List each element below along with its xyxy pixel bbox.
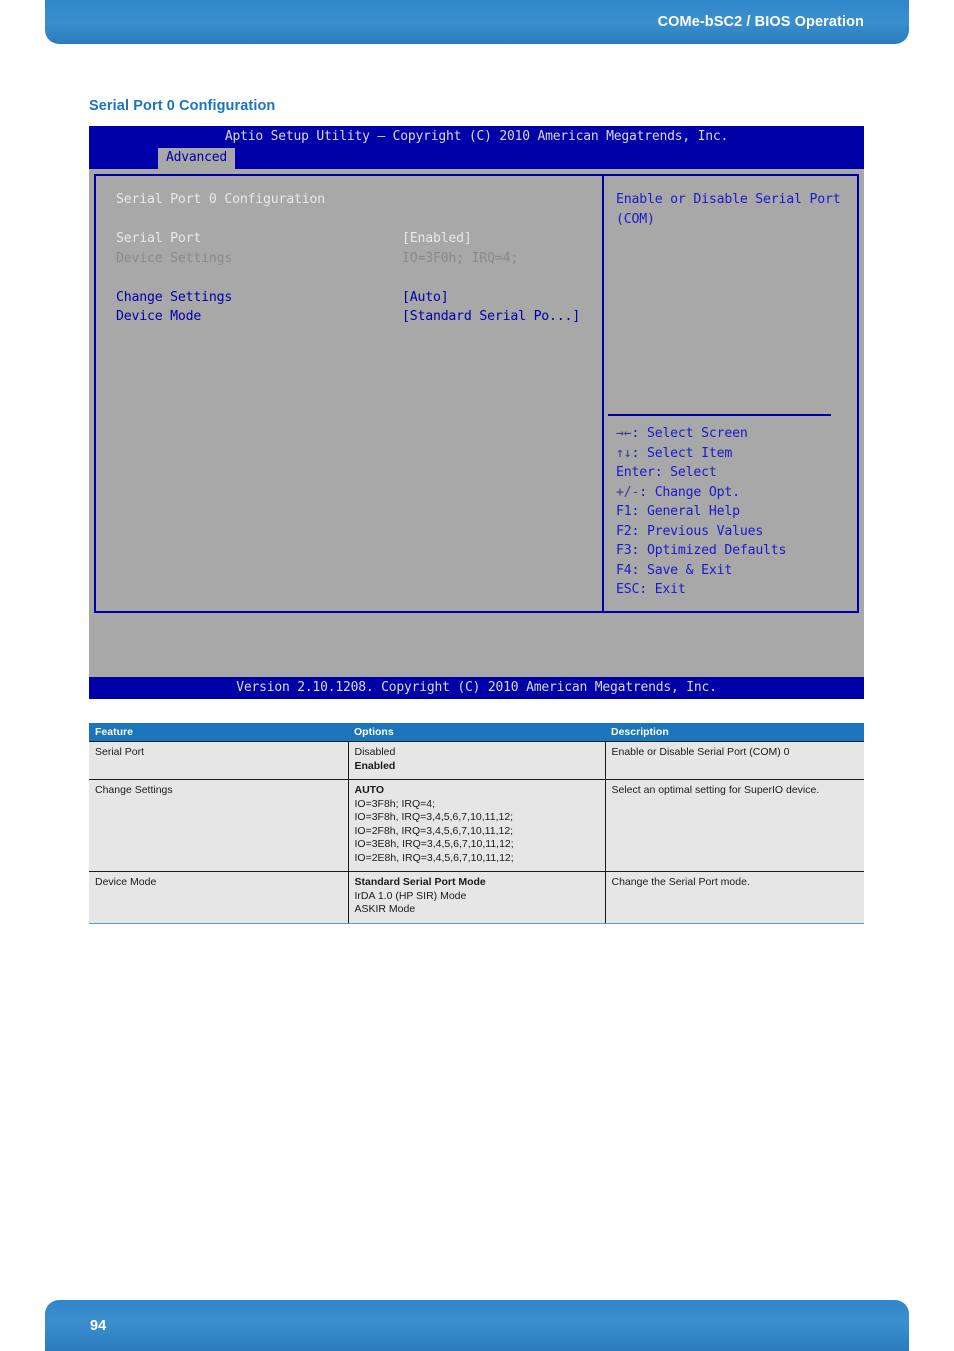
table-head: Feature Options Description [89, 723, 864, 742]
settings-reference-table: Feature Options Description Serial Port … [89, 723, 864, 924]
bios-help-divider [608, 414, 831, 416]
table-row: Device Mode Standard Serial Port Mode Ir… [89, 871, 864, 924]
bios-item-device-mode[interactable]: Device Mode [Standard Serial Po...] [116, 307, 602, 327]
option-item: IO=3E8h, IRQ=3,4,5,6,7,10,11,12; [354, 838, 514, 850]
arrow-left-right-icon: →← [616, 426, 632, 441]
cell-options: Disabled Enabled [347, 741, 606, 780]
bios-item-device-settings: Device Settings IO=3F0h; IRQ=4; [116, 249, 602, 269]
bios-item-value: [Enabled] [402, 231, 472, 246]
bios-item-serial-port[interactable]: Serial Port [Enabled] [116, 229, 602, 249]
key-label: : Select Screen [631, 426, 748, 441]
bios-setup-screen: Aptio Setup Utility – Copyright (C) 2010… [89, 126, 864, 699]
key-glyph: Enter [616, 465, 655, 480]
bios-tab-row: Advanced [89, 148, 864, 169]
bios-panel-heading: Serial Port 0 Configuration [116, 192, 325, 207]
page-footer-band: 94 [45, 1300, 909, 1351]
bios-item-value: [Auto] [402, 289, 449, 305]
column-header-feature: Feature [89, 723, 348, 742]
bios-help-line-1: Enable or Disable Serial Port [616, 192, 841, 207]
bios-item-label: Device Settings [116, 250, 233, 266]
key-label: : Save & Exit [631, 562, 733, 578]
column-header-options: Options [348, 723, 605, 742]
option-item: IrDA 1.0 (HP SIR) Mode [354, 889, 467, 902]
bios-help-pane: Enable or Disable Serial Port (COM) →←: … [604, 176, 857, 611]
table-row: Serial Port Disabled Enabled Enable or D… [89, 741, 864, 780]
key-label: : Change Opt. [639, 484, 740, 500]
key-label: : General Help [631, 504, 740, 519]
bios-title-bar: Aptio Setup Utility – Copyright (C) 2010… [89, 126, 864, 148]
option-item: IO=2F8h, IRQ=3,4,5,6,7,10,11,12; [354, 824, 514, 837]
key-esc-exit: ESC: Exit [616, 580, 786, 600]
bios-settings-pane: Serial Port 0 Configuration Serial Port … [96, 176, 604, 611]
key-label: : Exit [639, 582, 686, 597]
bios-item-value: IO=3F0h; IRQ=4; [402, 250, 519, 266]
bios-frame: Serial Port 0 Configuration Serial Port … [94, 174, 859, 613]
key-previous-values: F2: Previous Values [616, 522, 786, 542]
page-header-band: COMe-bSC2 / BIOS Operation [45, 0, 909, 44]
bios-body: Serial Port 0 Configuration Serial Port … [89, 169, 864, 677]
key-glyph: F4 [616, 562, 632, 578]
bios-item-change-settings[interactable]: Change Settings [Auto] [116, 288, 602, 308]
key-optimized-defaults: F3: Optimized Defaults [616, 541, 786, 561]
arrow-up-down-icon: ↑↓ [616, 445, 632, 461]
bios-item-label: Serial Port [116, 231, 202, 246]
bios-help-line-2: (COM) [616, 211, 655, 227]
cell-options: Standard Serial Port Mode IrDA 1.0 (HP S… [347, 871, 606, 924]
bios-spacer [94, 613, 859, 626]
key-label: : Optimized Defaults [631, 543, 787, 558]
page-header-title: COMe-bSC2 / BIOS Operation [657, 14, 864, 30]
key-label: : Select Item [631, 445, 733, 461]
key-label: : Previous Values [631, 523, 764, 539]
option-item: IO=3F8h, IRQ=3,4,5,6,7,10,11,12; [354, 811, 514, 823]
cell-feature: Device Mode [89, 871, 348, 924]
option-item: IO=3F8h; IRQ=4; [354, 797, 436, 810]
page-number: 94 [90, 1317, 107, 1334]
key-select-item: ↑↓: Select Item [616, 444, 786, 464]
option-item-default: Standard Serial Port Mode [354, 876, 486, 888]
option-item: Disabled [354, 746, 396, 758]
table-body: Serial Port Disabled Enabled Enable or D… [89, 741, 864, 924]
key-glyph: +/- [616, 484, 640, 500]
key-glyph: F2 [616, 523, 632, 539]
section-title: Serial Port 0 Configuration [89, 98, 276, 114]
option-item-default: AUTO [354, 784, 385, 796]
cell-description: Change the Serial Port mode. [605, 871, 864, 924]
key-glyph: F1 [616, 504, 632, 519]
cell-options: AUTO IO=3F8h; IRQ=4; IO=3F8h, IRQ=3,4,5,… [347, 779, 606, 872]
column-header-description: Description [605, 723, 864, 742]
option-item: IO=2E8h, IRQ=3,4,5,6,7,10,11,12; [354, 851, 514, 864]
key-glyph: F3 [616, 543, 632, 558]
bios-item-value: [Standard Serial Po...] [402, 309, 581, 324]
tab-advanced[interactable]: Advanced [158, 148, 236, 169]
cell-description: Enable or Disable Serial Port (COM) 0 [605, 741, 864, 780]
bios-version-bar: Version 2.10.1208. Copyright (C) 2010 Am… [89, 677, 864, 699]
key-glyph: ESC [616, 582, 640, 597]
bios-key-legend: →←: Select Screen ↑↓: Select Item Enter:… [616, 424, 786, 600]
key-general-help: F1: General Help [616, 502, 786, 522]
bios-item-label: Device Mode [116, 309, 202, 324]
key-save-exit: F4: Save & Exit [616, 561, 786, 581]
cell-feature: Change Settings [89, 779, 348, 872]
cell-description: Select an optimal setting for SuperIO de… [605, 779, 864, 872]
table-header-row: Feature Options Description [89, 723, 864, 742]
option-item-default: Enabled [354, 759, 396, 772]
option-item: ASKIR Mode [354, 903, 416, 915]
key-enter-select: Enter: Select [616, 463, 786, 483]
cell-feature: Serial Port [89, 741, 348, 780]
table-row: Change Settings AUTO IO=3F8h; IRQ=4; IO=… [89, 779, 864, 872]
key-select-screen: →←: Select Screen [616, 424, 786, 444]
key-change-opt: +/-: Change Opt. [616, 483, 786, 503]
bios-item-label: Change Settings [116, 289, 233, 305]
key-label: : Select [654, 465, 717, 480]
